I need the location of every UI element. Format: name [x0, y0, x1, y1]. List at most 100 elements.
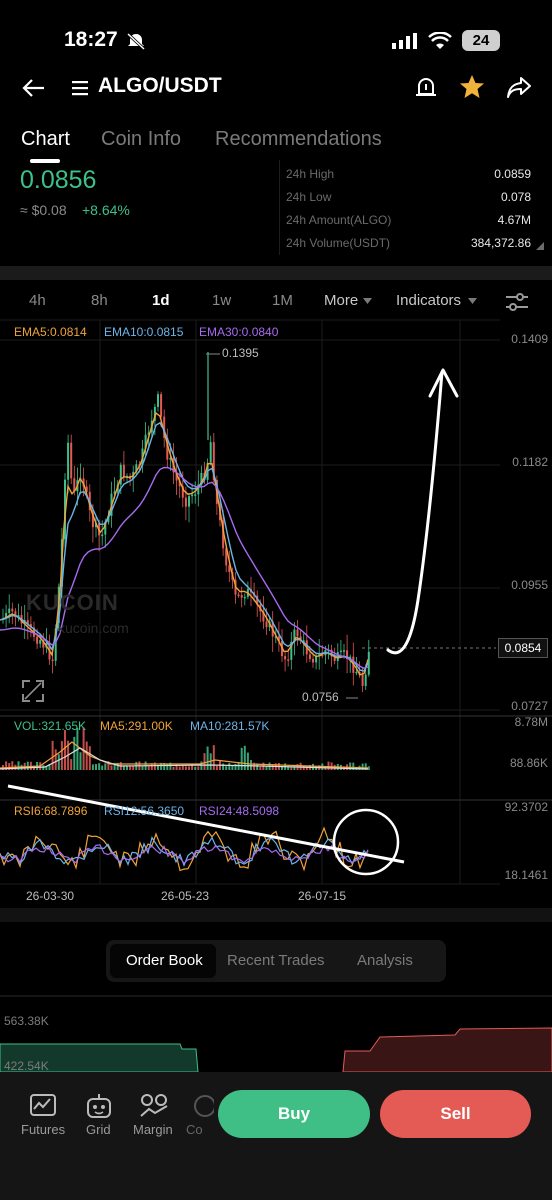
sell-button[interactable]: Sell — [380, 1090, 531, 1138]
y-tick: 0.1409 — [511, 332, 548, 346]
volume-bar — [82, 727, 85, 770]
margin-icon[interactable] — [140, 1093, 168, 1119]
volume-bar — [54, 749, 57, 770]
futures-icon[interactable] — [30, 1094, 56, 1118]
x-tick: 26-07-15 — [298, 889, 347, 903]
candle-body — [243, 596, 246, 599]
stat-label: 24h Amount(ALGO) — [286, 213, 392, 227]
chevron-down-icon — [363, 298, 372, 304]
ema10-label: EMA10:0.0815 — [104, 325, 184, 339]
timeframe-1w[interactable]: 1w — [212, 292, 231, 309]
arrow-drawing — [386, 370, 444, 655]
stat-label: 24h Volume(USDT) — [286, 236, 391, 250]
back-arrow-icon[interactable] — [22, 78, 46, 98]
volume-bar — [73, 736, 76, 770]
timeframe-8h[interactable]: 8h — [91, 292, 108, 309]
volume-bar — [215, 765, 218, 770]
ma5-label: MA5:291.00K — [100, 719, 173, 733]
candle-body — [67, 442, 70, 480]
chart-settings-icon[interactable] — [505, 292, 529, 312]
volume-bar — [299, 762, 302, 770]
tab-recent-trades[interactable]: Recent Trades — [227, 952, 325, 969]
candle-body — [122, 464, 125, 478]
candle-body — [312, 658, 314, 663]
volume-bar — [184, 766, 187, 770]
nav-margin-label[interactable]: Margin — [133, 1122, 173, 1137]
trading-pair-title[interactable]: ALGO/USDT — [98, 74, 222, 98]
x-tick: 26-03-30 — [26, 889, 75, 903]
volume-label: VOL:321.65K — [14, 719, 87, 733]
y-tick: 0.1182 — [512, 455, 548, 469]
alert-bell-icon[interactable] — [414, 74, 438, 102]
candle-body — [339, 650, 342, 653]
tab-order-book[interactable]: Order Book — [126, 952, 203, 969]
tab-analysis[interactable]: Analysis — [357, 952, 413, 969]
volume-bar — [212, 745, 215, 770]
ma10-label: MA10:281.57K — [190, 719, 270, 733]
volume-bar — [240, 747, 243, 770]
rsi-lines — [0, 826, 369, 872]
status-bar: 18:27 24 — [0, 0, 552, 70]
timeframe-4h[interactable]: 4h — [29, 292, 46, 309]
copy-trading-icon[interactable] — [192, 1094, 214, 1118]
y-tick: 0.0955 — [511, 578, 548, 592]
timeframe-1d[interactable]: 1d — [152, 292, 170, 309]
favorite-star-icon[interactable] — [459, 74, 485, 100]
share-icon[interactable] — [506, 75, 532, 99]
fiat-price: ≈ $0.08 — [20, 202, 67, 218]
section-divider — [0, 266, 552, 280]
more-dropdown[interactable]: More — [324, 292, 358, 309]
volume-bar — [181, 765, 184, 770]
volume-bar — [64, 730, 66, 770]
volume-min: 88.86K — [509, 756, 548, 770]
candle-body — [364, 674, 367, 686]
expand-fullscreen-icon[interactable] — [22, 680, 44, 702]
nav-grid-label[interactable]: Grid — [86, 1122, 111, 1137]
rsi12-label: RSI12:56.3650 — [104, 804, 185, 818]
nav-futures-label[interactable]: Futures — [21, 1122, 65, 1137]
ema5-label: EMA5:0.0814 — [14, 325, 87, 339]
tab-chart[interactable]: Chart — [21, 128, 70, 151]
volume-bar — [122, 766, 125, 770]
rsi6-label: RSI6:68.7896 — [14, 804, 88, 818]
volume-bar — [172, 766, 175, 770]
rsi-min: 18.1461 — [504, 868, 548, 882]
tab-recommendations[interactable]: Recommendations — [215, 128, 382, 151]
app-header: ALGO/USDT — [0, 66, 552, 110]
volume-bar — [166, 763, 169, 770]
volume-bar — [70, 759, 73, 770]
arrow-head-drawing — [428, 368, 459, 398]
high-marker-label: 0.1395 — [222, 346, 259, 360]
volume-bar — [203, 753, 206, 770]
low-marker-label: 0.0756 — [302, 690, 339, 704]
bell-off-icon — [126, 32, 146, 50]
volume-bar — [228, 763, 231, 770]
volume-bar — [243, 745, 246, 770]
candle-body — [70, 442, 73, 479]
stat-value: 4.67M — [497, 213, 531, 227]
tab-coin-info[interactable]: Coin Info — [101, 128, 181, 151]
volume-bar — [206, 746, 209, 770]
nav-copy-label[interactable]: Co — [186, 1122, 203, 1137]
grid-bot-icon[interactable] — [86, 1093, 112, 1119]
current-price-tag: 0.0854 — [498, 638, 548, 658]
candle-body — [355, 671, 358, 674]
candle-body — [284, 656, 287, 660]
stat-value: 0.0859 — [494, 167, 531, 181]
timeframe-1m[interactable]: 1M — [272, 292, 293, 309]
volume-bar — [60, 741, 63, 770]
watermark-logo: KUCOIN — [26, 590, 119, 615]
candle-body — [308, 654, 311, 659]
signal-icon — [392, 33, 417, 49]
candle-body — [237, 594, 240, 597]
candle-body — [265, 621, 268, 628]
candles — [2, 352, 370, 699]
volume-bar — [234, 763, 237, 770]
indicators-dropdown[interactable]: Indicators — [396, 292, 461, 309]
trend-line-drawing — [7, 784, 405, 864]
candle-body — [361, 674, 364, 686]
buy-button[interactable]: Buy — [218, 1090, 370, 1138]
stat-label: 24h Low — [286, 190, 332, 204]
menu-icon[interactable] — [72, 80, 92, 96]
volume-bar — [101, 765, 104, 770]
